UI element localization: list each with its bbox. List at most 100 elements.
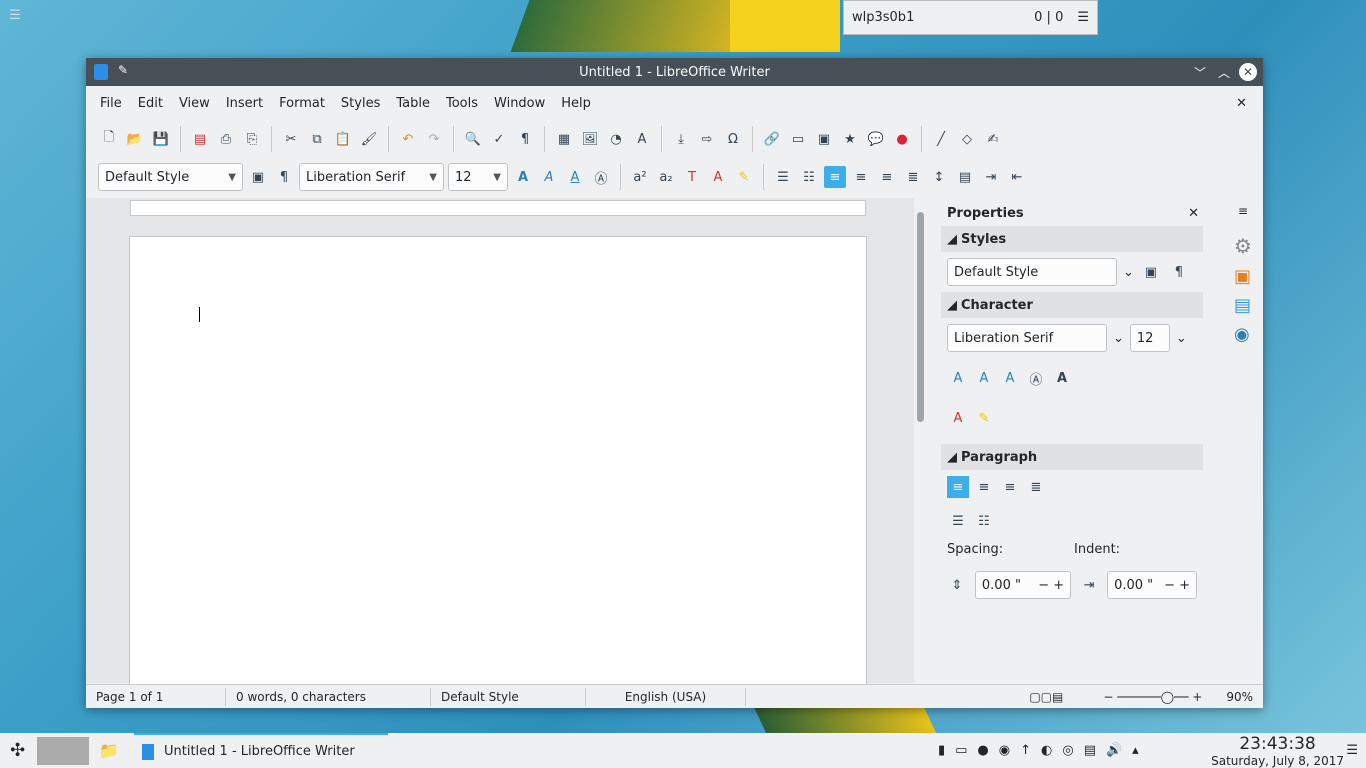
align-right-icon[interactable]: ≡	[876, 166, 898, 188]
word-count[interactable]: 0 words, 0 characters	[226, 687, 431, 706]
undo-icon[interactable]: ↶	[397, 128, 419, 150]
cut-icon[interactable]: ✂	[280, 128, 302, 150]
bookmark-icon[interactable]: ★	[839, 128, 861, 150]
line-spacing-icon[interactable]: ↕	[928, 166, 950, 188]
system-tray-icons[interactable]: ▮▭●◉↑◐◎▤🔊▴	[938, 743, 1149, 758]
pager[interactable]	[37, 736, 90, 765]
spacing-input[interactable]: 0.00 " − +	[974, 571, 1072, 599]
menu-styles[interactable]: Styles	[333, 96, 388, 111]
footnote-icon[interactable]: ▭	[787, 128, 809, 150]
menu-help[interactable]: Help	[553, 96, 599, 111]
indent-input[interactable]: 0.00 " − +	[1107, 571, 1197, 599]
highlight-icon[interactable]: ✎	[973, 407, 995, 429]
gear-icon[interactable]: ⚙	[1226, 218, 1263, 258]
page-style[interactable]: Default Style	[431, 687, 586, 706]
insert-image-icon[interactable]: 🖼	[579, 128, 601, 150]
title-bar[interactable]: ✎ Untitled 1 - LibreOffice Writer ﹀ ︿ ✕	[86, 58, 1263, 86]
menu-window[interactable]: Window	[486, 96, 553, 111]
hamburger-icon[interactable]: ☰	[1346, 743, 1358, 758]
cross-reference-icon[interactable]: ▣	[813, 128, 835, 150]
bullet-list-icon[interactable]: ☰	[772, 166, 794, 188]
chevron-down-icon[interactable]: ⌄	[1123, 265, 1134, 280]
italic-icon[interactable]: A	[973, 367, 995, 389]
superscript-icon[interactable]: a²	[629, 166, 651, 188]
insert-textbox-icon[interactable]: A	[631, 128, 653, 150]
bullet-list-icon[interactable]: ☰	[947, 510, 969, 532]
menu-format[interactable]: Format	[271, 96, 333, 111]
app-launcher-icon[interactable]: ✣	[10, 740, 25, 761]
comment-icon[interactable]: 💬	[865, 128, 887, 150]
menu-tools[interactable]: Tools	[438, 96, 486, 111]
align-left-icon[interactable]: ≡	[947, 476, 969, 498]
numbered-list-icon[interactable]: ☷	[973, 510, 995, 532]
styles-section-header[interactable]: ◢ Styles	[941, 226, 1203, 252]
strikethrough-icon[interactable]: Ⓐ	[590, 166, 612, 188]
save-icon[interactable]: 💾	[150, 128, 172, 150]
paragraph-section-header[interactable]: ◢ Paragraph	[941, 444, 1203, 470]
clock[interactable]: 23:43:38 Saturday, July 8, 2017	[1211, 734, 1344, 768]
menu-view[interactable]: View	[171, 96, 218, 111]
zoom-value[interactable]: 90%	[1226, 690, 1253, 704]
maximize-icon[interactable]: ︿	[1215, 63, 1233, 81]
paragraph-style-combo[interactable]: Default Style ▼	[98, 163, 243, 191]
sidebar-size-combo[interactable]: 12	[1129, 324, 1170, 352]
redo-icon[interactable]: ↷	[423, 128, 445, 150]
task-writer[interactable]: Untitled 1 - LibreOffice Writer	[134, 733, 388, 768]
desktop-menu-icon[interactable]: ☰	[0, 0, 30, 30]
clone-formatting-icon[interactable]: 🖌	[358, 128, 380, 150]
minimize-icon[interactable]: ﹀	[1191, 63, 1209, 81]
file-manager-icon[interactable]: 📁	[99, 741, 119, 760]
track-changes-icon[interactable]: ●	[891, 128, 913, 150]
menu-file[interactable]: File	[92, 96, 130, 111]
chevron-down-icon[interactable]: ⌄	[1176, 331, 1187, 346]
sidebar-menu-icon[interactable]: ≡	[1226, 200, 1263, 218]
insert-table-icon[interactable]: ▦	[553, 128, 575, 150]
justify-icon[interactable]: ≣	[902, 166, 924, 188]
document-page[interactable]	[129, 236, 867, 696]
spelling-icon[interactable]: ✓	[488, 128, 510, 150]
new-style-icon[interactable]: ¶	[273, 166, 295, 188]
bold-icon[interactable]: A	[512, 166, 534, 188]
line-icon[interactable]: ╱	[930, 128, 952, 150]
align-center-icon[interactable]: ≡	[850, 166, 872, 188]
language[interactable]: English (USA)	[586, 687, 746, 706]
close-document-icon[interactable]: ✕	[1228, 96, 1255, 111]
styles-icon[interactable]: ▣	[1226, 258, 1263, 287]
font-color-icon[interactable]: A	[707, 166, 729, 188]
chevron-down-icon[interactable]: ▼	[493, 172, 501, 183]
new-style-icon[interactable]: ¶	[1168, 261, 1190, 283]
special-character-icon[interactable]: Ω	[722, 128, 744, 150]
insert-chart-icon[interactable]: ◔	[605, 128, 627, 150]
menu-table[interactable]: Table	[388, 96, 438, 111]
character-section-header[interactable]: ◢ Character	[941, 292, 1203, 318]
font-color-icon[interactable]: A	[947, 407, 969, 429]
hyperlink-icon[interactable]: 🔗	[761, 128, 783, 150]
copy-icon[interactable]: ⧉	[306, 128, 328, 150]
update-style-icon[interactable]: ▣	[247, 166, 269, 188]
view-layout-icon[interactable]: ▢▢▤	[1029, 690, 1063, 704]
align-right-icon[interactable]: ≡	[999, 476, 1021, 498]
page-break-icon[interactable]: ⤓	[670, 128, 692, 150]
print-icon[interactable]: ⎙	[215, 128, 237, 150]
navigator-icon[interactable]: ◉	[1226, 316, 1263, 345]
clear-formatting-icon[interactable]: T	[681, 166, 703, 188]
align-center-icon[interactable]: ≡	[973, 476, 995, 498]
shadow-icon[interactable]: A	[1051, 367, 1073, 389]
find-replace-icon[interactable]: 🔍	[462, 128, 484, 150]
insert-field-icon[interactable]: ⇨	[696, 128, 718, 150]
gallery-icon[interactable]: ▤	[1226, 287, 1263, 316]
justify-icon[interactable]: ≣	[1025, 476, 1047, 498]
underline-icon[interactable]: A	[999, 367, 1021, 389]
bold-icon[interactable]: A	[947, 367, 969, 389]
formatting-marks-icon[interactable]: ¶	[514, 128, 536, 150]
highlight-icon[interactable]: ✎	[733, 166, 755, 188]
chevron-down-icon[interactable]: ▼	[429, 172, 437, 183]
font-name-combo[interactable]: Liberation Serif ▼	[299, 163, 444, 191]
underline-icon[interactable]: A	[564, 166, 586, 188]
indent-decrease-icon[interactable]: ⇤	[1006, 166, 1028, 188]
chevron-down-icon[interactable]: ▼	[228, 172, 236, 183]
document-scrollbar[interactable]	[914, 198, 928, 683]
print-preview-icon[interactable]: ⎘	[241, 128, 263, 150]
strikethrough-icon[interactable]: Ⓐ	[1025, 367, 1047, 389]
font-size-combo[interactable]: 12 ▼	[448, 163, 508, 191]
